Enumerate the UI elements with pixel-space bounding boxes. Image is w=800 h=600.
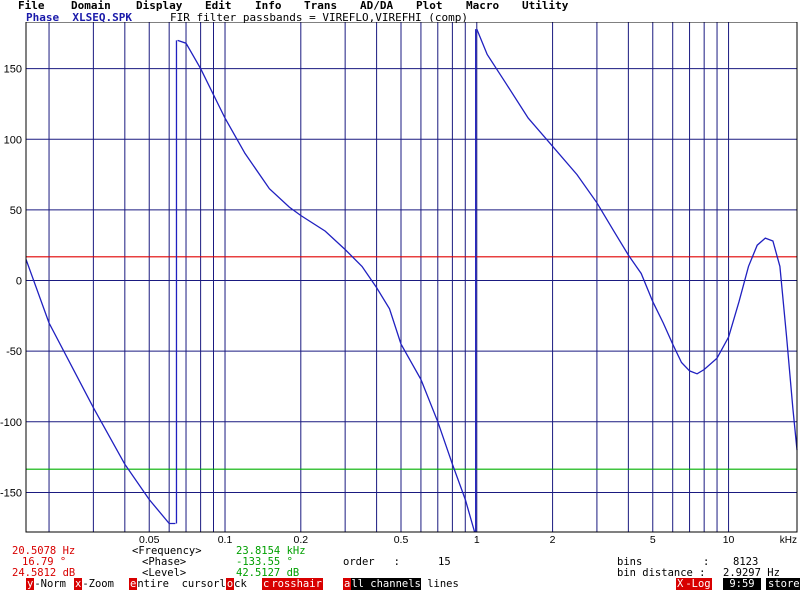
menu-macro[interactable]: Macro bbox=[466, 0, 499, 12]
all-channels-key[interactable]: all channels lines bbox=[343, 578, 459, 590]
order-value: 15 bbox=[438, 556, 451, 568]
entire-cursorlock-key[interactable]: entire cursorlock bbox=[129, 578, 247, 590]
menu-utility[interactable]: Utility bbox=[522, 0, 568, 12]
y-tick-label: 0 bbox=[16, 276, 22, 288]
x-tick-label: 0.1 bbox=[218, 534, 233, 546]
x-tick-label: 10 bbox=[723, 534, 735, 546]
x-tick-label: 5 bbox=[650, 534, 656, 546]
grid-lines bbox=[26, 22, 797, 532]
x-unit-label: kHz bbox=[780, 535, 797, 546]
order-label: order : bbox=[343, 556, 400, 568]
x-tick-label: 2 bbox=[550, 534, 556, 546]
plot-border bbox=[25, 22, 798, 533]
time-display: 9:59 bbox=[723, 578, 761, 590]
function-key-bar: y-Norm x-Zoom entire cursorlock c rosshai… bbox=[0, 578, 800, 592]
y-tick-label: 50 bbox=[10, 205, 22, 217]
trace-segment bbox=[476, 28, 798, 451]
y-norm-key[interactable]: y-Norm bbox=[26, 578, 66, 590]
y-tick-label: -50 bbox=[6, 346, 22, 358]
y-tick-label: 100 bbox=[4, 134, 22, 146]
y-tick-label: -100 bbox=[0, 417, 22, 429]
crosshair-key[interactable]: c rosshair bbox=[262, 578, 323, 590]
store-key[interactable]: store bbox=[766, 578, 800, 590]
x-tick-label: 1 bbox=[474, 534, 480, 546]
x-tick-label: 0.5 bbox=[394, 534, 409, 546]
plot-frame bbox=[25, 22, 798, 533]
y-tick-label: 150 bbox=[4, 64, 22, 76]
x-log-key[interactable]: X -Log bbox=[676, 578, 712, 590]
trace-segment bbox=[177, 39, 476, 533]
y-tick-label: -150 bbox=[0, 487, 22, 499]
x-zoom-key[interactable]: x-Zoom bbox=[74, 578, 114, 590]
y-tick-labels: 150 100 50 0 -50 -100 -150 bbox=[0, 64, 22, 500]
trace-segment bbox=[25, 259, 176, 525]
phase-plot[interactable]: 150100500-50-100-150 0.05 0.1 0.2 0.5 1 2 5 10 k… bbox=[0, 22, 800, 548]
